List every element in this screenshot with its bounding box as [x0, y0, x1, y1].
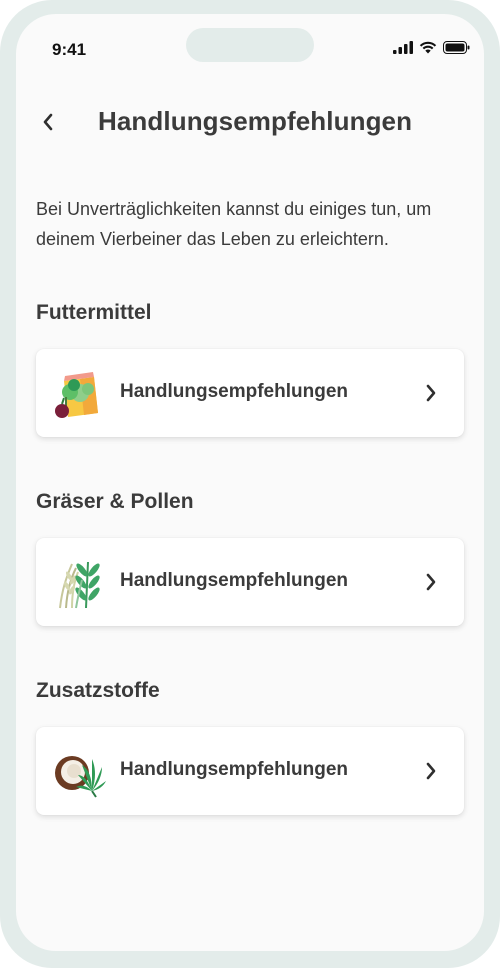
- section-title-graeser-pollen: Gräser & Pollen: [36, 490, 194, 513]
- back-button[interactable]: [34, 106, 62, 138]
- chevron-right-icon: [426, 762, 436, 780]
- chevron-right-icon: [426, 573, 436, 591]
- intro-text: Bei Unverträglichkeiten kannst du einige…: [36, 199, 432, 249]
- battery-icon: [443, 41, 470, 54]
- page-title: Handlungsempfehlungen: [98, 106, 413, 136]
- section-title-futtermittel: Futtermittel: [36, 301, 152, 324]
- card-label: Handlungsempfehlungen: [120, 570, 348, 591]
- header: Handlungsempfehlungen: [16, 100, 484, 144]
- dynamic-island: [186, 28, 314, 62]
- card-label: Handlungsempfehlungen: [120, 381, 348, 402]
- card-label: Handlungsempfehlungen: [120, 759, 348, 780]
- food-bag-icon: [55, 372, 98, 418]
- section-title-zusatzstoffe: Zusatzstoffe: [36, 679, 160, 702]
- signal-icon: [393, 41, 413, 54]
- status-bar: 9:41: [16, 14, 484, 84]
- wifi-icon: [419, 41, 437, 54]
- card-zusatzstoffe[interactable]: Handlungsempfehlungen: [36, 727, 464, 815]
- device-frame: 9:41 Handlungsempfehlungen Bei Unverträg…: [0, 0, 500, 968]
- chevron-right-icon: [426, 384, 436, 402]
- card-futtermittel[interactable]: Handlungsempfehlungen: [36, 349, 464, 437]
- status-icons: [393, 41, 470, 54]
- chevron-left-icon: [43, 113, 53, 131]
- card-graeser-pollen[interactable]: Handlungsempfehlungen: [36, 538, 464, 626]
- coconut-leaf-icon: [55, 756, 106, 798]
- screen: 9:41 Handlungsempfehlungen Bei Unverträg…: [16, 14, 484, 951]
- status-time: 9:41: [52, 40, 87, 59]
- grass-icon: [59, 561, 100, 609]
